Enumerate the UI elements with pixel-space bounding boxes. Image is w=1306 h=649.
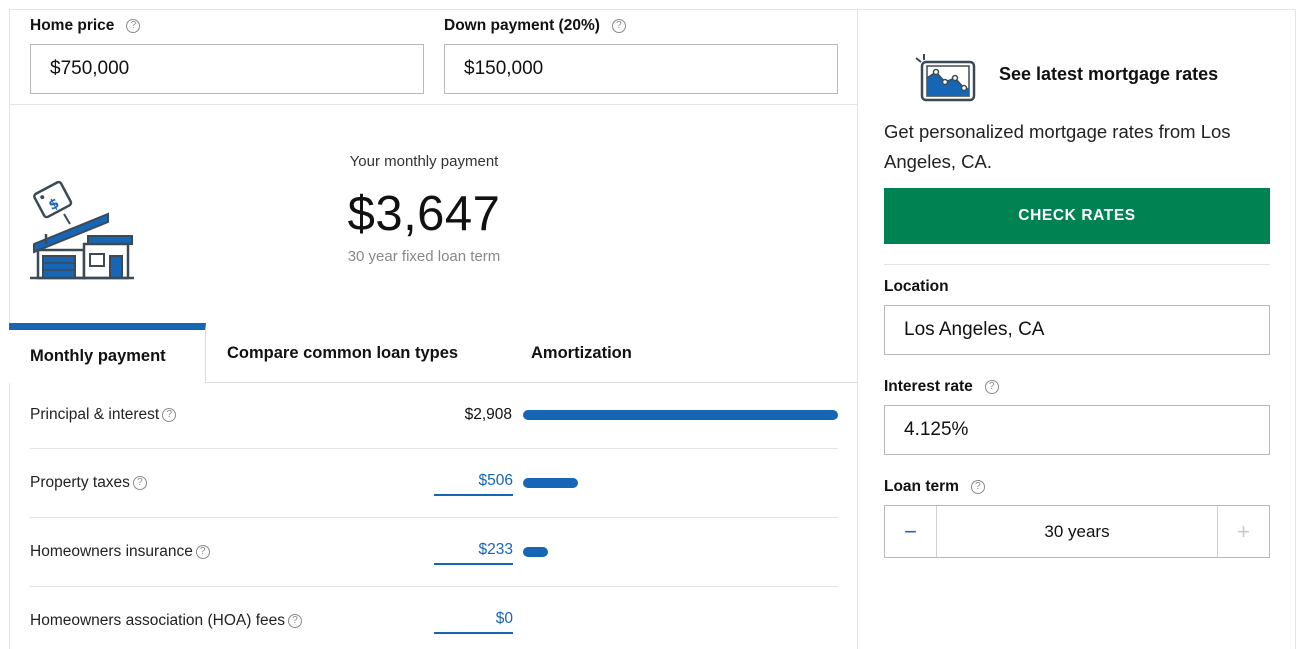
tab-bar: Monthly payment Compare common loan type… <box>9 323 858 383</box>
home-price-value: $750,000 <box>50 58 130 79</box>
interest-rate-input[interactable]: 4.125% <box>884 405 1270 455</box>
down-payment-label: Down payment (20%) ? <box>444 17 626 35</box>
tab-label: Compare common loan types <box>227 343 459 362</box>
help-icon[interactable]: ? <box>132 476 147 490</box>
help-icon[interactable]: ? <box>288 614 302 628</box>
down-payment-input[interactable]: $150,000 <box>444 44 838 94</box>
homeowners-insurance-label: Homeowners insurance ? <box>30 543 210 561</box>
help-icon[interactable]: ? <box>162 408 177 422</box>
row-label-text: Property taxes <box>30 474 130 491</box>
interest-rate-value: 4.125% <box>904 419 969 440</box>
loan-term-label: Loan term ? <box>884 478 985 496</box>
help-icon[interactable]: ? <box>126 19 141 33</box>
loan-term-label-text: Loan term <box>884 478 959 495</box>
tab-compare-loan-types[interactable]: Compare common loan types <box>227 323 458 383</box>
minus-icon[interactable]: − <box>885 506 937 557</box>
homeowners-insurance-bar <box>523 547 548 557</box>
house-price-tag-illustration: $ <box>30 180 134 280</box>
property-taxes-input[interactable]: $506 <box>434 472 513 496</box>
hoa-fees-label: Homeowners association (HOA) fees ? <box>30 612 302 630</box>
divider <box>30 448 838 449</box>
property-taxes-label: Property taxes ? <box>30 474 147 492</box>
location-label: Location <box>884 278 949 296</box>
divider <box>9 104 858 105</box>
row-label-text: Homeowners insurance <box>30 543 193 560</box>
interest-rate-label: Interest rate ? <box>884 378 999 396</box>
row-label-text: Homeowners association (HOA) fees <box>30 612 285 629</box>
down-payment-label-text: Down payment (20%) <box>444 17 600 34</box>
principal-interest-value: $2,908 <box>464 406 512 423</box>
home-price-label-text: Home price <box>30 17 115 34</box>
principal-interest-label: Principal & interest ? <box>30 406 177 424</box>
tab-label: Amortization <box>531 343 632 362</box>
loan-term-value: 30 years <box>1044 521 1110 541</box>
principal-interest-bar <box>523 410 838 420</box>
location-input[interactable]: Los Angeles, CA <box>884 305 1270 355</box>
monthly-payment-caption: Your monthly payment <box>349 153 499 170</box>
loan-term-stepper: − 30 years + <box>884 505 1270 558</box>
home-price-input[interactable]: $750,000 <box>30 44 424 94</box>
loan-term-caption: 30 year fixed loan term <box>347 248 501 265</box>
rates-title: See latest mortgage rates <box>999 64 1219 84</box>
row-label-text: Principal & interest <box>30 406 160 423</box>
monthly-payment-amount: $3,647 <box>347 187 501 241</box>
property-taxes-bar <box>523 478 578 488</box>
help-icon[interactable]: ? <box>984 380 999 394</box>
hoa-fees-input[interactable]: $0 <box>434 610 513 634</box>
down-payment-value: $150,000 <box>464 58 544 79</box>
tab-label: Monthly payment <box>30 347 166 365</box>
divider <box>30 586 838 587</box>
tab-amortization[interactable]: Amortization <box>531 323 632 383</box>
tab-divider <box>206 382 858 383</box>
location-value: Los Angeles, CA <box>904 319 1045 340</box>
divider <box>30 517 838 518</box>
check-rates-button[interactable]: CHECK RATES <box>884 188 1270 244</box>
tablet-chart-icon <box>915 54 976 102</box>
help-icon[interactable]: ? <box>195 545 210 559</box>
divider <box>884 264 1270 265</box>
home-price-label: Home price ? <box>30 17 141 35</box>
help-icon[interactable]: ? <box>970 480 985 494</box>
tab-monthly-payment[interactable]: Monthly payment <box>9 323 206 383</box>
mortgage-calculator: Home price ? $750,000 Down payment (20%)… <box>0 0 1306 649</box>
interest-rate-label-text: Interest rate <box>884 378 973 395</box>
help-icon[interactable]: ? <box>611 19 626 33</box>
plus-icon[interactable]: + <box>1217 506 1269 557</box>
location-label-text: Location <box>884 278 949 295</box>
homeowners-insurance-input[interactable]: $233 <box>434 541 513 565</box>
rates-description: Get personalized mortgage rates from Los… <box>884 121 1231 172</box>
